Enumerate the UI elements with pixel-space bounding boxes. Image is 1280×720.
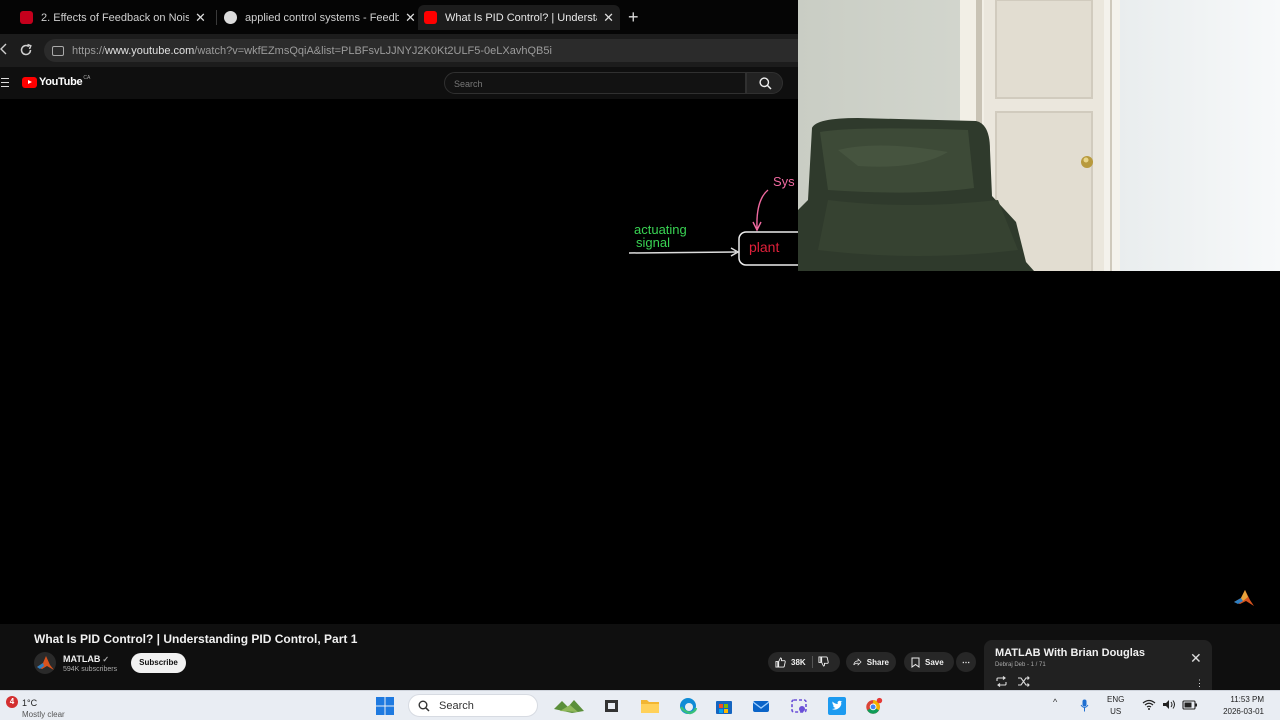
- tab-feedback-noise[interactable]: 2. Effects of Feedback on Noise an ✕: [14, 5, 212, 30]
- share-icon: [853, 658, 862, 666]
- file-explorer-icon[interactable]: [640, 697, 660, 715]
- tab-title: What Is PID Control? | Understandi: [445, 11, 597, 24]
- taskbar-search[interactable]: Search: [408, 694, 538, 717]
- diagram-signal-line: [628, 251, 737, 254]
- save-button[interactable]: Save: [904, 652, 954, 672]
- youtube-logo[interactable]: YouTube CA: [22, 75, 90, 88]
- playlist-menu-icon[interactable]: ⋮: [1195, 678, 1204, 689]
- save-icon: [911, 657, 920, 668]
- matlab-avatar-icon: [37, 656, 54, 670]
- playlist-subtitle: Debraj Deb - 1 / 71: [995, 662, 1046, 668]
- wifi-icon[interactable]: [1142, 699, 1156, 710]
- mail-icon[interactable]: [751, 697, 771, 715]
- show-hidden-icons-icon[interactable]: ^: [1053, 697, 1057, 707]
- subscribe-button[interactable]: Subscribe: [131, 653, 186, 673]
- playlist-panel: MATLAB With Brian Douglas Debraj Deb - 1…: [984, 640, 1212, 692]
- weather-condition: Mostly clear: [22, 710, 65, 719]
- twitter-icon[interactable]: [827, 697, 847, 715]
- tab-applied-control-systems[interactable]: applied control systems - Feedbac ✕: [218, 5, 422, 30]
- tab-title: applied control systems - Feedbac: [245, 11, 399, 24]
- weather-temperature: 1°C: [22, 698, 38, 708]
- channel-name[interactable]: MATLAB ✓: [63, 654, 109, 664]
- verified-icon: ✓: [102, 655, 110, 664]
- task-view-icon[interactable]: [602, 697, 622, 715]
- youtube-favicon-icon: [424, 11, 437, 24]
- search-input[interactable]: Search: [444, 72, 746, 94]
- close-playlist-icon[interactable]: ✕: [1190, 650, 1202, 667]
- more-actions-button[interactable]: ⋯: [956, 652, 976, 672]
- matlab-watermark-icon: [1234, 590, 1254, 606]
- search-button[interactable]: [746, 72, 783, 94]
- close-tab-icon[interactable]: ✕: [603, 10, 614, 26]
- screen: 2. Effects of Feedback on Noise an ✕ app…: [0, 0, 1280, 720]
- share-button[interactable]: Share: [846, 652, 896, 672]
- battery-icon[interactable]: [1182, 699, 1198, 710]
- diagram-label-signal: signal: [636, 235, 670, 250]
- input-language[interactable]: ENG US: [1107, 694, 1124, 718]
- address-bar[interactable]: https://www.youtube.com/watch?v=wkfEZmsQ…: [44, 39, 798, 62]
- notification-badge: 4: [6, 696, 18, 708]
- chatgpt-favicon-icon: [224, 11, 237, 24]
- video-info-bar: What Is PID Control? | Understanding PID…: [0, 624, 1280, 692]
- volume-icon[interactable]: [1162, 699, 1176, 710]
- windows-taskbar: 4 1°C Mostly clear Search ^ ENG US 11:53…: [0, 690, 1280, 720]
- diagram-label-sys: Sys: [773, 174, 795, 189]
- youtube-favicon-icon: [20, 11, 33, 24]
- menu-icon[interactable]: [1, 78, 9, 87]
- chrome-icon[interactable]: [864, 697, 884, 715]
- reload-icon[interactable]: [19, 43, 33, 60]
- microphone-icon[interactable]: [1080, 699, 1089, 712]
- tab-what-is-pid-control[interactable]: What Is PID Control? | Understandi ✕: [418, 5, 620, 30]
- close-tab-icon[interactable]: ✕: [405, 10, 416, 26]
- edge-browser-icon[interactable]: [678, 697, 698, 715]
- search-icon: [418, 700, 430, 712]
- like-icon[interactable]: [775, 656, 786, 668]
- microsoft-store-icon[interactable]: [714, 697, 734, 715]
- close-tab-icon[interactable]: ✕: [195, 10, 206, 26]
- taskbar-widget-icon[interactable]: [552, 697, 586, 715]
- browser-toolbar: https://www.youtube.com/watch?v=wkfEZmsQ…: [0, 34, 798, 67]
- back-icon[interactable]: [0, 42, 8, 58]
- windows-start-icon[interactable]: [375, 697, 395, 715]
- like-count[interactable]: 38K: [791, 658, 806, 667]
- new-tab-button[interactable]: +: [628, 7, 639, 28]
- video-title: What Is PID Control? | Understanding PID…: [34, 632, 358, 646]
- tab-title: 2. Effects of Feedback on Noise an: [41, 11, 189, 24]
- subscriber-count: 594K subscribers: [63, 666, 118, 673]
- tab-divider: [216, 10, 217, 25]
- block-diagram: Sys actuating signal plant: [628, 174, 800, 266]
- snipping-tool-icon[interactable]: [789, 697, 809, 715]
- url-text: https://www.youtube.com/watch?v=wkfEZmsQ…: [72, 44, 552, 57]
- dislike-icon[interactable]: [818, 656, 829, 667]
- like-dislike-group: 38K: [768, 652, 840, 672]
- loop-icon[interactable]: [995, 676, 1008, 687]
- webcam-overlay: [798, 0, 1280, 271]
- like-divider: [812, 656, 813, 668]
- diagram-arrow-sys: [756, 189, 769, 229]
- playlist-title[interactable]: MATLAB With Brian Douglas: [995, 647, 1145, 659]
- system-clock[interactable]: 11:53 PM 2026-03-01: [1208, 694, 1264, 718]
- shuffle-icon[interactable]: [1017, 676, 1030, 687]
- channel-avatar[interactable]: [34, 652, 56, 674]
- browser-tab-strip: 2. Effects of Feedback on Noise an ✕ app…: [0, 0, 798, 34]
- diagram-label-plant: plant: [749, 239, 779, 255]
- youtube-play-icon: [22, 76, 37, 88]
- search-icon: [759, 77, 772, 90]
- youtube-header: YouTube CA Search: [0, 67, 798, 99]
- site-info-icon[interactable]: [52, 45, 64, 56]
